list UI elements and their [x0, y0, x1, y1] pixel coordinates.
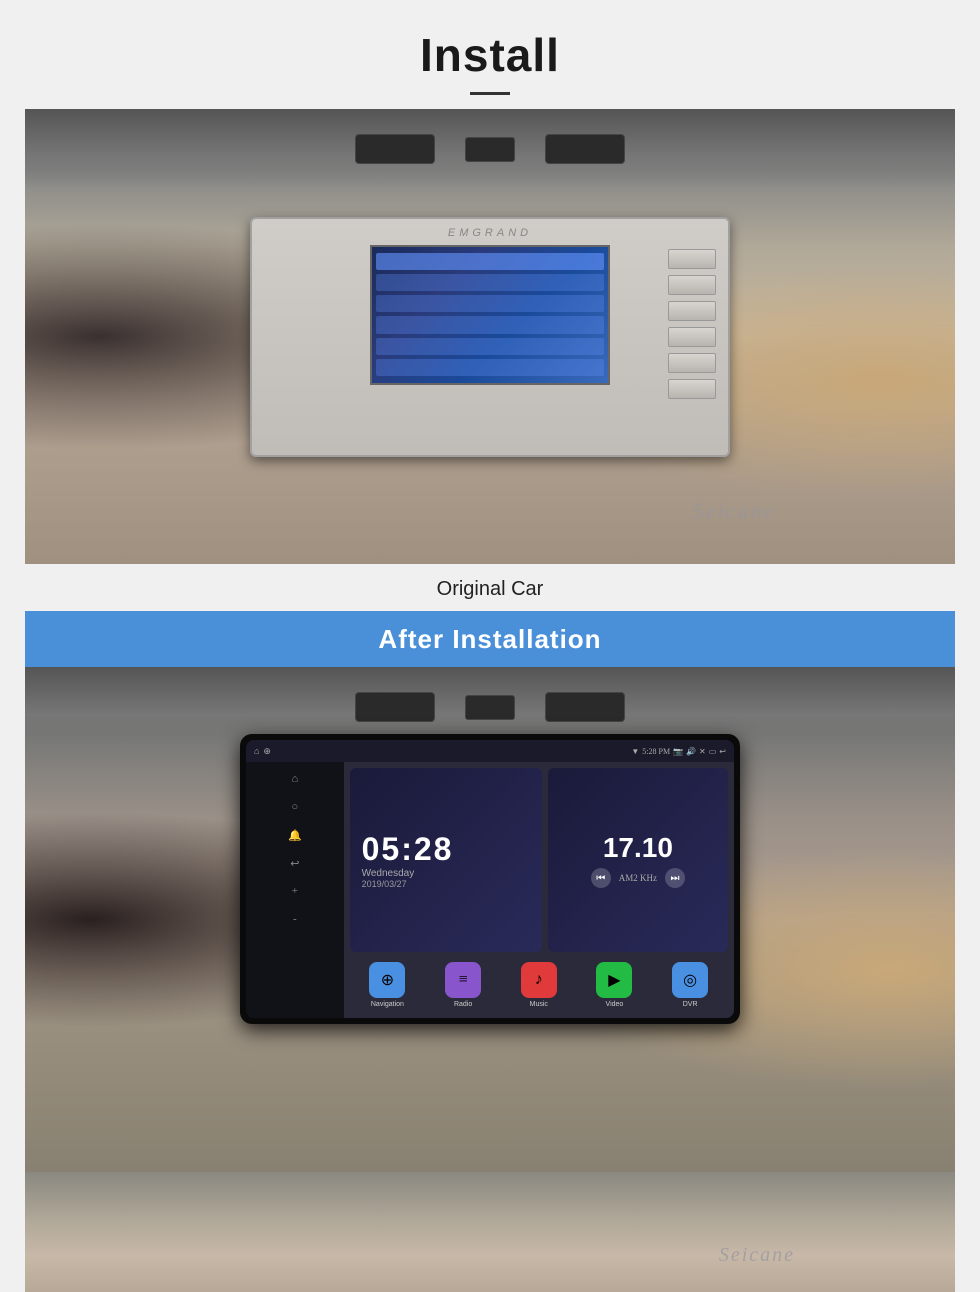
original-buttons [668, 249, 716, 399]
music-app-label: Music [530, 1001, 548, 1008]
original-screen [370, 245, 610, 385]
orig-btn-1 [668, 249, 716, 269]
x-icon: ✕ [699, 747, 706, 756]
orig-btn-4 [668, 327, 716, 347]
after-installation-section: After Installation ⌂ [25, 611, 955, 1292]
video-app-label: Video [606, 1001, 624, 1008]
time-date: 2019/03/27 [362, 879, 407, 889]
freq-display: 17.10 [603, 832, 673, 864]
radio-controls: ⏮ AM2 KHz ⏭ [591, 868, 685, 888]
app-video[interactable]: ▶ Video [596, 962, 632, 1008]
after-car-image: ⌂ ⊕ ▼ 5:28 PM 📷 🔊 ✕ ▭ ↩ [25, 667, 955, 1172]
info-row: 05:28 Wednesday 2019/03/27 17.10 ⏮ [350, 768, 728, 952]
vent-right [545, 134, 625, 164]
orig-btn-6 [668, 379, 716, 399]
home-icon: ⌂ [254, 746, 259, 756]
dvr-app-icon: ◎ [672, 962, 708, 998]
nav-app-icon: ⊕ [369, 962, 405, 998]
original-interior: EMGRAND [25, 109, 955, 564]
next-btn[interactable]: ⏭ [665, 868, 685, 888]
seicane-watermark-after: Seicane [719, 1244, 795, 1267]
after-vent-center [465, 695, 515, 720]
screen-bar-3 [376, 295, 604, 312]
original-headunit: EMGRAND [250, 217, 730, 457]
orig-btn-3 [668, 301, 716, 321]
nav-app-label: Navigation [371, 1001, 404, 1008]
after-banner-text: After Installation [378, 624, 601, 655]
rect-icon: ▭ [709, 747, 717, 756]
app-music[interactable]: ♪ Music [521, 962, 557, 1008]
nav-bell: 🔔 [286, 826, 304, 844]
after-banner: After Installation [25, 611, 955, 667]
after-interior: ⌂ ⊕ ▼ 5:28 PM 📷 🔊 ✕ ▭ ↩ [25, 667, 955, 1172]
radio-app-icon: ≡ [445, 962, 481, 998]
main-content: 05:28 Wednesday 2019/03/27 17.10 ⏮ [344, 762, 734, 1018]
back-icon: ↩ [719, 747, 726, 756]
nav-plus: + [286, 882, 304, 900]
android-status-bar: ⌂ ⊕ ▼ 5:28 PM 📷 🔊 ✕ ▭ ↩ [246, 740, 734, 762]
radio-widget: 17.10 ⏮ AM2 KHz ⏭ [548, 768, 728, 952]
screen-content [372, 247, 608, 383]
app-radio[interactable]: ≡ Radio [445, 962, 481, 1008]
original-brand: EMGRAND [448, 227, 532, 239]
screen-bar-6 [376, 359, 604, 376]
cam-icon: 📷 [673, 747, 683, 756]
home-nav: ⌂ ○ 🔔 ↩ + - [246, 762, 344, 1018]
screen-body: ⌂ ○ 🔔 ↩ + - [246, 762, 734, 1018]
video-app-icon: ▶ [596, 962, 632, 998]
time-day: Wednesday [362, 868, 415, 879]
status-left: ⌂ ⊕ [254, 746, 271, 757]
wifi-icon: ▼ [631, 747, 639, 756]
original-car-image: EMGRAND [25, 109, 955, 564]
android-screen: ⌂ ⊕ ▼ 5:28 PM 📷 🔊 ✕ ▭ ↩ [246, 740, 734, 1018]
nav-back: ↩ [286, 854, 304, 872]
app-navigation[interactable]: ⊕ Navigation [369, 962, 405, 1008]
after-vent-left [355, 692, 435, 722]
app-grid: ⊕ Navigation ≡ Radio ♪ [350, 958, 728, 1012]
screen-bar-4 [376, 316, 604, 333]
app-dvr[interactable]: ◎ DVR [672, 962, 708, 1008]
dvr-app-label: DVR [683, 1001, 698, 1008]
screen-bar-5 [376, 338, 604, 355]
title-section: Install [0, 0, 980, 109]
nav-power: ○ [286, 798, 304, 816]
page-wrapper: Install EMGRAND [0, 0, 980, 1292]
radio-band: AM2 KHz [619, 873, 657, 883]
vol-icon: 🔊 [686, 747, 696, 756]
nav-icon-status: ⊕ [263, 746, 271, 757]
screen-bar-2 [376, 274, 604, 291]
title-divider [470, 92, 510, 95]
after-vent-right [545, 692, 625, 722]
vent-left [355, 134, 435, 164]
top-vents [25, 109, 955, 189]
status-right: ▼ 5:28 PM 📷 🔊 ✕ ▭ ↩ [631, 747, 726, 756]
orig-btn-5 [668, 353, 716, 373]
orig-btn-2 [668, 275, 716, 295]
nav-minus: - [286, 910, 304, 928]
original-car-block: EMGRAND [25, 109, 955, 564]
page-title: Install [0, 28, 980, 82]
music-app-icon: ♪ [521, 962, 557, 998]
time-display: 05:28 [362, 831, 454, 868]
vent-center [465, 137, 515, 162]
screen-bar-1 [376, 253, 604, 270]
original-car-caption: Original Car [437, 564, 544, 611]
after-bottom-strip: Seicane [25, 1172, 955, 1292]
prev-btn[interactable]: ⏮ [591, 868, 611, 888]
new-headunit: ⌂ ⊕ ▼ 5:28 PM 📷 🔊 ✕ ▭ ↩ [240, 734, 740, 1024]
nav-home: ⌂ [286, 770, 304, 788]
seicane-watermark-original: Seicane [693, 498, 775, 524]
time-widget: 05:28 Wednesday 2019/03/27 [350, 768, 542, 952]
status-time: 5:28 PM [642, 747, 670, 756]
radio-app-label: Radio [454, 1001, 472, 1008]
